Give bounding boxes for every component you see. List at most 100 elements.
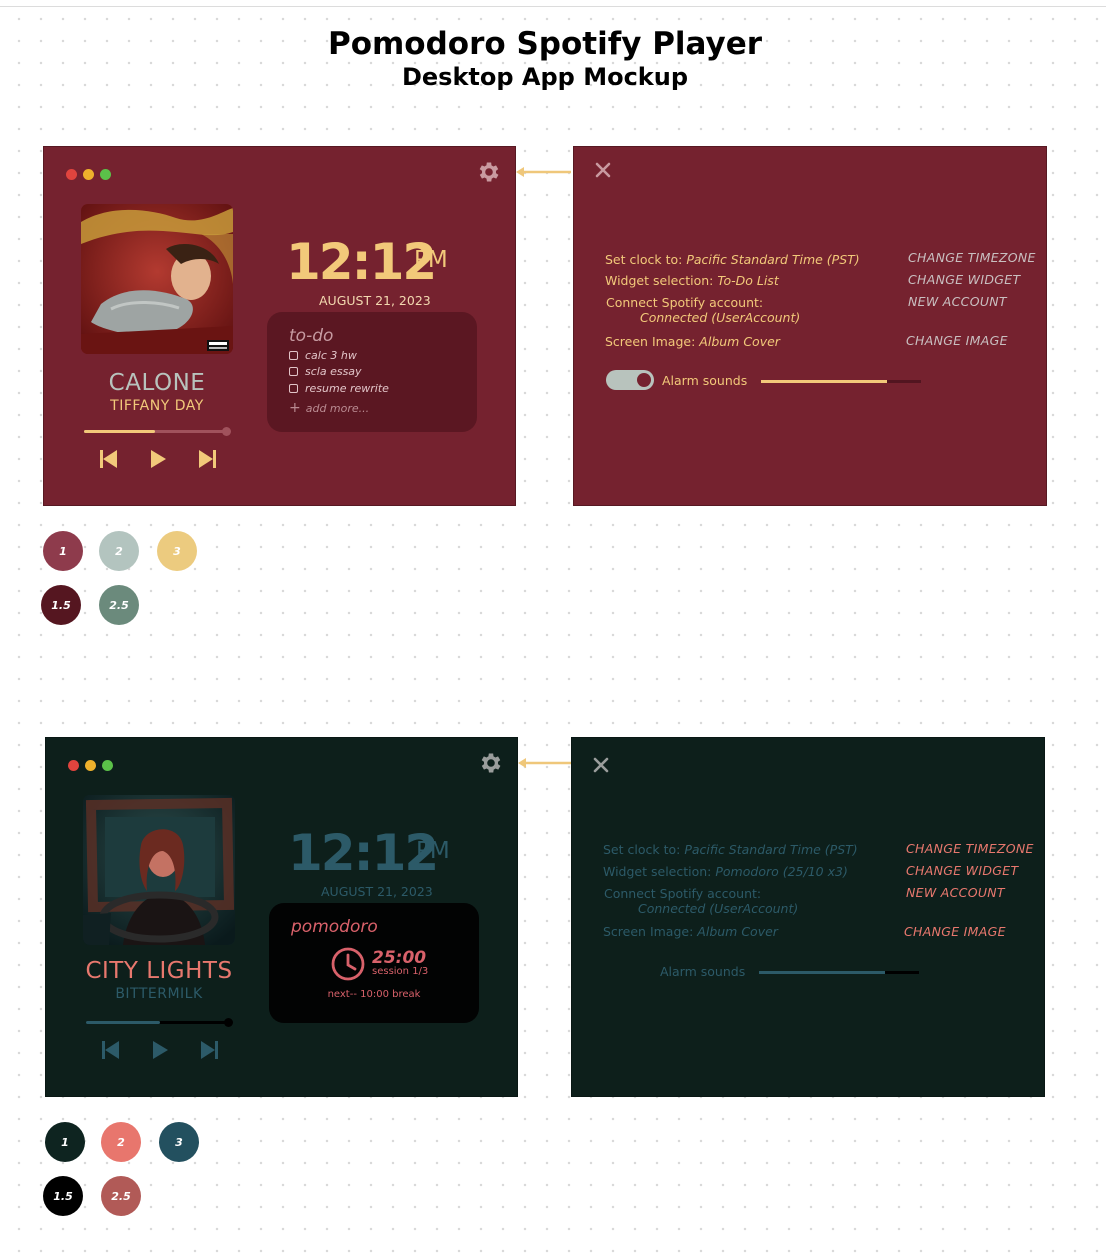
playback-progress-fill: [86, 1021, 160, 1024]
close-window-dot[interactable]: [68, 760, 79, 771]
setting-spotify-label: Connect Spotify account:: [604, 886, 762, 901]
page-title: Pomodoro Spotify Player: [327, 26, 763, 62]
playback-progress-handle[interactable]: [224, 1018, 233, 1027]
swatch-label: 1.5: [51, 598, 71, 612]
todo-widget: to-do calc 3 hw scla essay resume rewrit…: [267, 312, 477, 432]
next-track-icon[interactable]: [198, 1039, 220, 1061]
now-playing-info: CALONE TIFFANY DAY: [44, 370, 270, 414]
previous-track-icon[interactable]: [98, 448, 120, 470]
clock-ampm: PM: [416, 838, 450, 864]
alarm-volume-slider[interactable]: [761, 380, 921, 383]
setting-widget-value: Pomodoro (25/10 x3): [715, 864, 848, 879]
red-player-window: CALONE TIFFANY DAY 12:12 PM AUGUST 21, 2…: [43, 146, 516, 506]
alarm-volume-fill: [761, 380, 888, 383]
swatch-label: 2.5: [111, 1189, 131, 1203]
color-swatch: 3: [159, 1122, 199, 1162]
setting-clock-value: Pacific Standard Time (PST): [684, 842, 858, 857]
add-todo-button[interactable]: + add more...: [289, 400, 369, 416]
swatch-label: 2: [117, 1135, 125, 1149]
playback-controls: [98, 448, 218, 470]
alarm-toggle[interactable]: [606, 370, 654, 390]
playback-controls: [100, 1039, 220, 1061]
setting-image-label: Screen Image:: [605, 334, 696, 349]
previous-track-icon[interactable]: [100, 1039, 122, 1061]
todo-item[interactable]: scla essay: [289, 365, 362, 378]
change-widget-button[interactable]: CHANGE WIDGET: [908, 272, 1020, 287]
album-art-city-lights: [83, 795, 235, 945]
todo-title: to-do: [289, 326, 334, 346]
playback-progress-handle[interactable]: [222, 427, 231, 436]
gear-icon[interactable]: [476, 159, 502, 185]
close-icon[interactable]: [594, 161, 612, 179]
red-settings-window: Set clock to: Pacific Standard Time (PST…: [573, 146, 1047, 506]
close-icon[interactable]: [592, 756, 610, 774]
playback-progress-bar[interactable]: [86, 1018, 233, 1027]
color-swatch: 1: [45, 1122, 85, 1162]
gear-icon[interactable]: [478, 750, 504, 776]
new-account-button[interactable]: NEW ACCOUNT: [908, 294, 1007, 309]
setting-spotify-value: Connected (UserAccount): [638, 901, 799, 916]
minimize-window-dot[interactable]: [85, 760, 96, 771]
change-timezone-button[interactable]: CHANGE TIMEZONE: [906, 841, 1034, 856]
arrow-left-icon: [516, 167, 571, 177]
change-image-button[interactable]: CHANGE IMAGE: [906, 333, 1008, 348]
dark-settings-window: Set clock to: Pacific Standard Time (PST…: [571, 737, 1045, 1097]
checkbox[interactable]: [289, 351, 298, 360]
swatch-label: 2.5: [109, 598, 129, 612]
clock-ampm: PM: [414, 247, 448, 273]
setting-widget-label: Widget selection:: [605, 273, 714, 288]
setting-image: Screen Image: Album Cover: [605, 334, 780, 349]
setting-image-value: Album Cover: [699, 334, 780, 349]
maximize-window-dot[interactable]: [100, 169, 111, 180]
swatch-label: 3: [175, 1135, 183, 1149]
checkbox[interactable]: [289, 384, 298, 393]
color-swatch: 3: [157, 531, 197, 571]
alarm-volume-slider[interactable]: [759, 971, 919, 974]
setting-widget-value: To-Do List: [717, 273, 779, 288]
todo-item-label: calc 3 hw: [305, 349, 357, 362]
setting-widget-label: Widget selection:: [603, 864, 712, 879]
pomodoro-title: pomodoro: [291, 917, 378, 937]
alarm-volume-fill: [759, 971, 886, 974]
minimize-window-dot[interactable]: [83, 169, 94, 180]
change-timezone-button[interactable]: CHANGE TIMEZONE: [908, 250, 1036, 265]
pomodoro-next: next-- 10:00 break: [327, 989, 421, 1000]
color-swatch: 1: [43, 531, 83, 571]
playback-progress-fill: [84, 430, 155, 433]
next-track-icon[interactable]: [196, 448, 218, 470]
window-controls: [66, 165, 117, 184]
setting-spotify-label: Connect Spotify account:: [606, 295, 764, 310]
swatch-label: 2: [115, 544, 123, 558]
setting-spotify: Connect Spotify account:: [606, 295, 763, 310]
checkbox[interactable]: [289, 367, 298, 376]
todo-item[interactable]: resume rewrite: [289, 382, 389, 395]
setting-widget: Widget selection: To-Do List: [605, 273, 779, 288]
song-title: CITY LIGHTS: [85, 958, 233, 984]
color-swatch: 2: [101, 1122, 141, 1162]
pomodoro-widget: pomodoro 25:00 session 1/3 next-- 10:00 …: [269, 903, 479, 1023]
play-icon[interactable]: [149, 1039, 171, 1061]
color-swatch: 1.5: [43, 1176, 83, 1216]
plus-icon: +: [289, 400, 301, 416]
todo-item-label: resume rewrite: [305, 382, 389, 395]
setting-clock-label: Set clock to:: [605, 252, 683, 267]
change-widget-button[interactable]: CHANGE WIDGET: [906, 863, 1018, 878]
close-window-dot[interactable]: [66, 169, 77, 180]
todo-item-label: scla essay: [305, 365, 362, 378]
play-icon[interactable]: [147, 448, 169, 470]
change-image-button[interactable]: CHANGE IMAGE: [904, 924, 1006, 939]
todo-item[interactable]: calc 3 hw: [289, 349, 357, 362]
add-more-label: add more...: [305, 402, 370, 415]
playback-progress-bar[interactable]: [84, 427, 231, 436]
setting-widget: Widget selection: Pomodoro (25/10 x3): [603, 864, 848, 879]
maximize-window-dot[interactable]: [102, 760, 113, 771]
setting-spotify-value: Connected (UserAccount): [640, 310, 801, 325]
pomodoro-session: session 1/3: [372, 966, 429, 977]
dark-player-window: CITY LIGHTS BITTERMILK 12:12 PM AUGUST 2…: [45, 737, 518, 1097]
swatch-label: 1.5: [53, 1189, 73, 1203]
setting-clock: Set clock to: Pacific Standard Time (PST…: [603, 842, 858, 857]
color-swatch: 2.5: [101, 1176, 141, 1216]
new-account-button[interactable]: NEW ACCOUNT: [906, 885, 1005, 900]
alarm-sounds-label: Alarm sounds: [660, 964, 746, 979]
setting-image-label: Screen Image:: [603, 924, 694, 939]
